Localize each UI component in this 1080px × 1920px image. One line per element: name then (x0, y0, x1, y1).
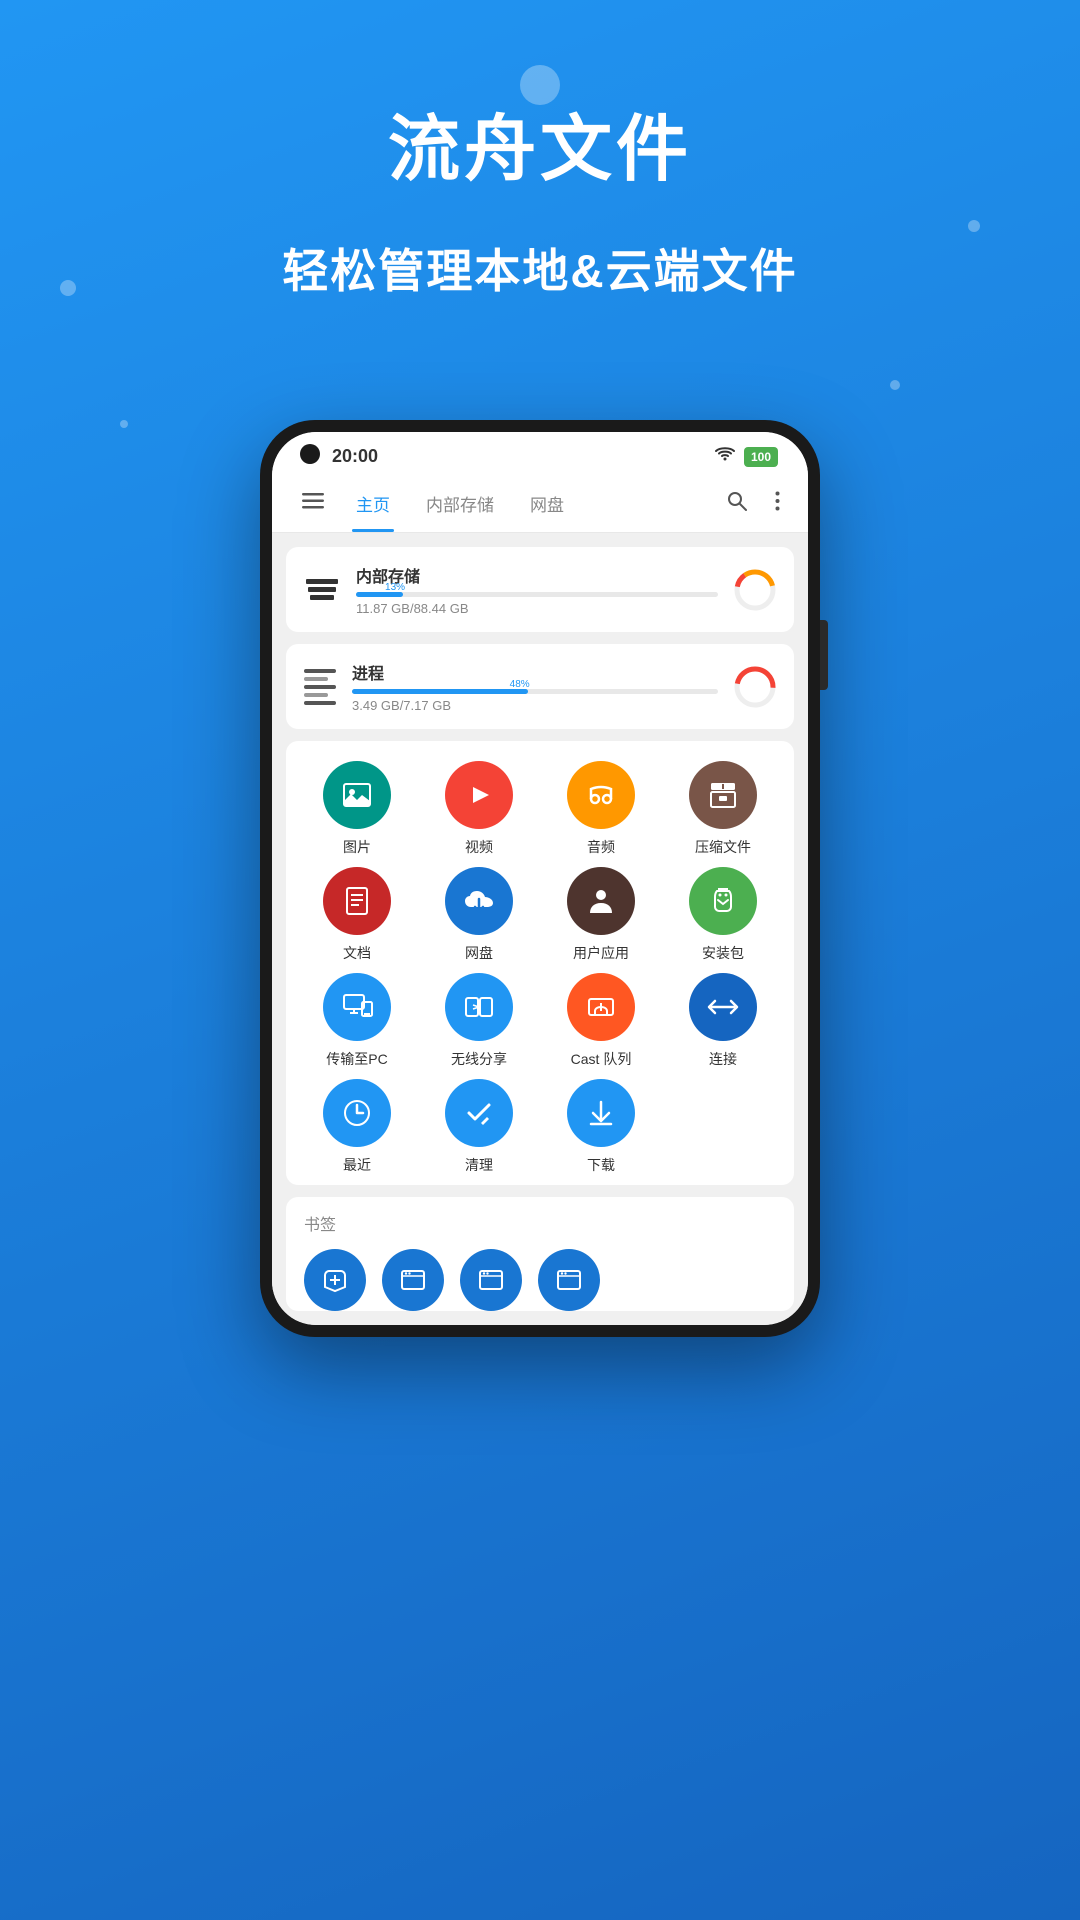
icon-pictures[interactable]: 图片 (296, 761, 418, 857)
wifi-icon (714, 446, 736, 467)
user-apps-icon-circle (567, 867, 635, 935)
process-progress: 48% (352, 689, 528, 694)
connect-icon-circle (689, 973, 757, 1041)
icon-clean[interactable]: 清理 (418, 1079, 540, 1175)
cast-icon-circle (567, 973, 635, 1041)
clean-icon-circle (445, 1079, 513, 1147)
bookmark-item-3[interactable] (460, 1249, 522, 1311)
internal-storage-info: 内部存储 13% 11.87 GB/88.44 GB (356, 563, 718, 616)
bookmark-item-2[interactable] (382, 1249, 444, 1311)
bookmark-circle-4 (538, 1249, 600, 1311)
battery-icon: 100 (744, 447, 778, 467)
camera-hole (300, 444, 320, 464)
audio-icon-circle (567, 761, 635, 829)
decorative-dot-right2 (890, 380, 900, 390)
internal-storage-pie (734, 569, 776, 611)
tab-cloud[interactable]: 网盘 (512, 475, 582, 532)
wireless-share-icon-circle (445, 973, 513, 1041)
icons-grid: 图片 视频 (296, 761, 784, 1175)
icon-cloud[interactable]: 网盘 (418, 867, 540, 963)
process-info: 进程 48% 3.49 GB/7.17 GB (352, 660, 718, 713)
bookmark-circle-2 (382, 1249, 444, 1311)
phone-screen: 20:00 100 (272, 432, 808, 1325)
icon-apk[interactable]: 安装包 (662, 867, 784, 963)
more-button[interactable] (763, 481, 792, 527)
nav-bar: 主页 内部存储 网盘 (272, 475, 808, 533)
tab-home[interactable]: 主页 (338, 475, 408, 532)
icon-archive[interactable]: 压缩文件 (662, 761, 784, 857)
status-icons: 100 (714, 446, 778, 467)
internal-storage-card[interactable]: 内部存储 13% 11.87 GB/88.44 GB (286, 547, 794, 632)
nav-tabs: 主页 内部存储 网盘 (338, 475, 715, 532)
header-section: 流舟文件 轻松管理本地&云端文件 (0, 0, 1080, 301)
recent-icon-circle (323, 1079, 391, 1147)
icon-audio[interactable]: 音频 (540, 761, 662, 857)
icon-user-apps[interactable]: 用户应用 (540, 867, 662, 963)
status-bar: 20:00 100 (272, 432, 808, 475)
process-pie (734, 666, 776, 708)
app-subtitle: 轻松管理本地&云端文件 (0, 235, 1080, 301)
icons-section: 图片 视频 (286, 741, 794, 1185)
process-name: 进程 (352, 660, 718, 684)
icon-transfer-pc[interactable]: 传输至PC (296, 973, 418, 1069)
status-time: 20:00 (332, 446, 378, 467)
icon-connect[interactable]: 连接 (662, 973, 784, 1069)
icon-wireless-share[interactable]: 无线分享 (418, 973, 540, 1069)
internal-storage-icon (304, 572, 340, 608)
apk-icon-circle (689, 867, 757, 935)
bookmark-item-4[interactable] (538, 1249, 600, 1311)
app-title: 流舟文件 (0, 90, 1080, 195)
bookmarks-row (304, 1249, 776, 1311)
process-icon (304, 669, 336, 705)
search-button[interactable] (715, 481, 759, 527)
cloud-icon-circle (445, 867, 513, 935)
hamburger-icon[interactable] (288, 476, 338, 531)
transfer-pc-icon-circle (323, 973, 391, 1041)
icon-download[interactable]: 下载 (540, 1079, 662, 1175)
document-icon-circle (323, 867, 391, 935)
bookmarks-section: 书签 (286, 1197, 794, 1311)
bookmark-circle-1 (304, 1249, 366, 1311)
download-icon-circle (567, 1079, 635, 1147)
nav-actions (715, 481, 792, 527)
pictures-icon-circle (323, 761, 391, 829)
internal-storage-name: 内部存储 (356, 563, 718, 587)
icon-cast[interactable]: Cast 队列 (540, 973, 662, 1069)
tab-internal-storage[interactable]: 内部存储 (408, 475, 512, 532)
archive-icon-circle (689, 761, 757, 829)
process-size: 3.49 GB/7.17 GB (352, 698, 718, 713)
bookmark-item-1[interactable] (304, 1249, 366, 1311)
internal-storage-progress: 13% (356, 592, 403, 597)
internal-storage-size: 11.87 GB/88.44 GB (356, 601, 718, 616)
process-card[interactable]: 进程 48% 3.49 GB/7.17 GB (286, 644, 794, 729)
bookmarks-title: 书签 (304, 1211, 776, 1235)
decorative-dot-left2 (120, 420, 128, 428)
icon-recent[interactable]: 最近 (296, 1079, 418, 1175)
phone-mockup: 20:00 100 (260, 420, 820, 1337)
phone-side-button (820, 620, 828, 690)
icon-video[interactable]: 视频 (418, 761, 540, 857)
content-area: 内部存储 13% 11.87 GB/88.44 GB (272, 533, 808, 1325)
icon-document[interactable]: 文档 (296, 867, 418, 963)
video-icon-circle (445, 761, 513, 829)
bookmark-circle-3 (460, 1249, 522, 1311)
